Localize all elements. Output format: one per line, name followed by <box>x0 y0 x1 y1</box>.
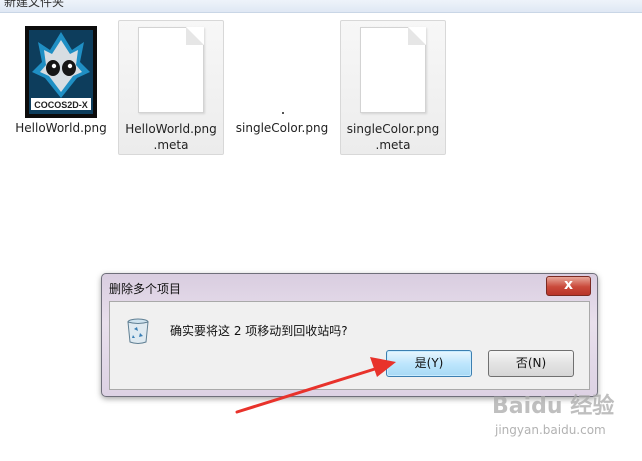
baidu-watermark: Baidu 经验 jingyan.baidu.com <box>492 388 637 443</box>
watermark-url: jingyan.baidu.com <box>495 423 606 437</box>
watermark-brand: Baidu 经验 <box>492 394 615 419</box>
